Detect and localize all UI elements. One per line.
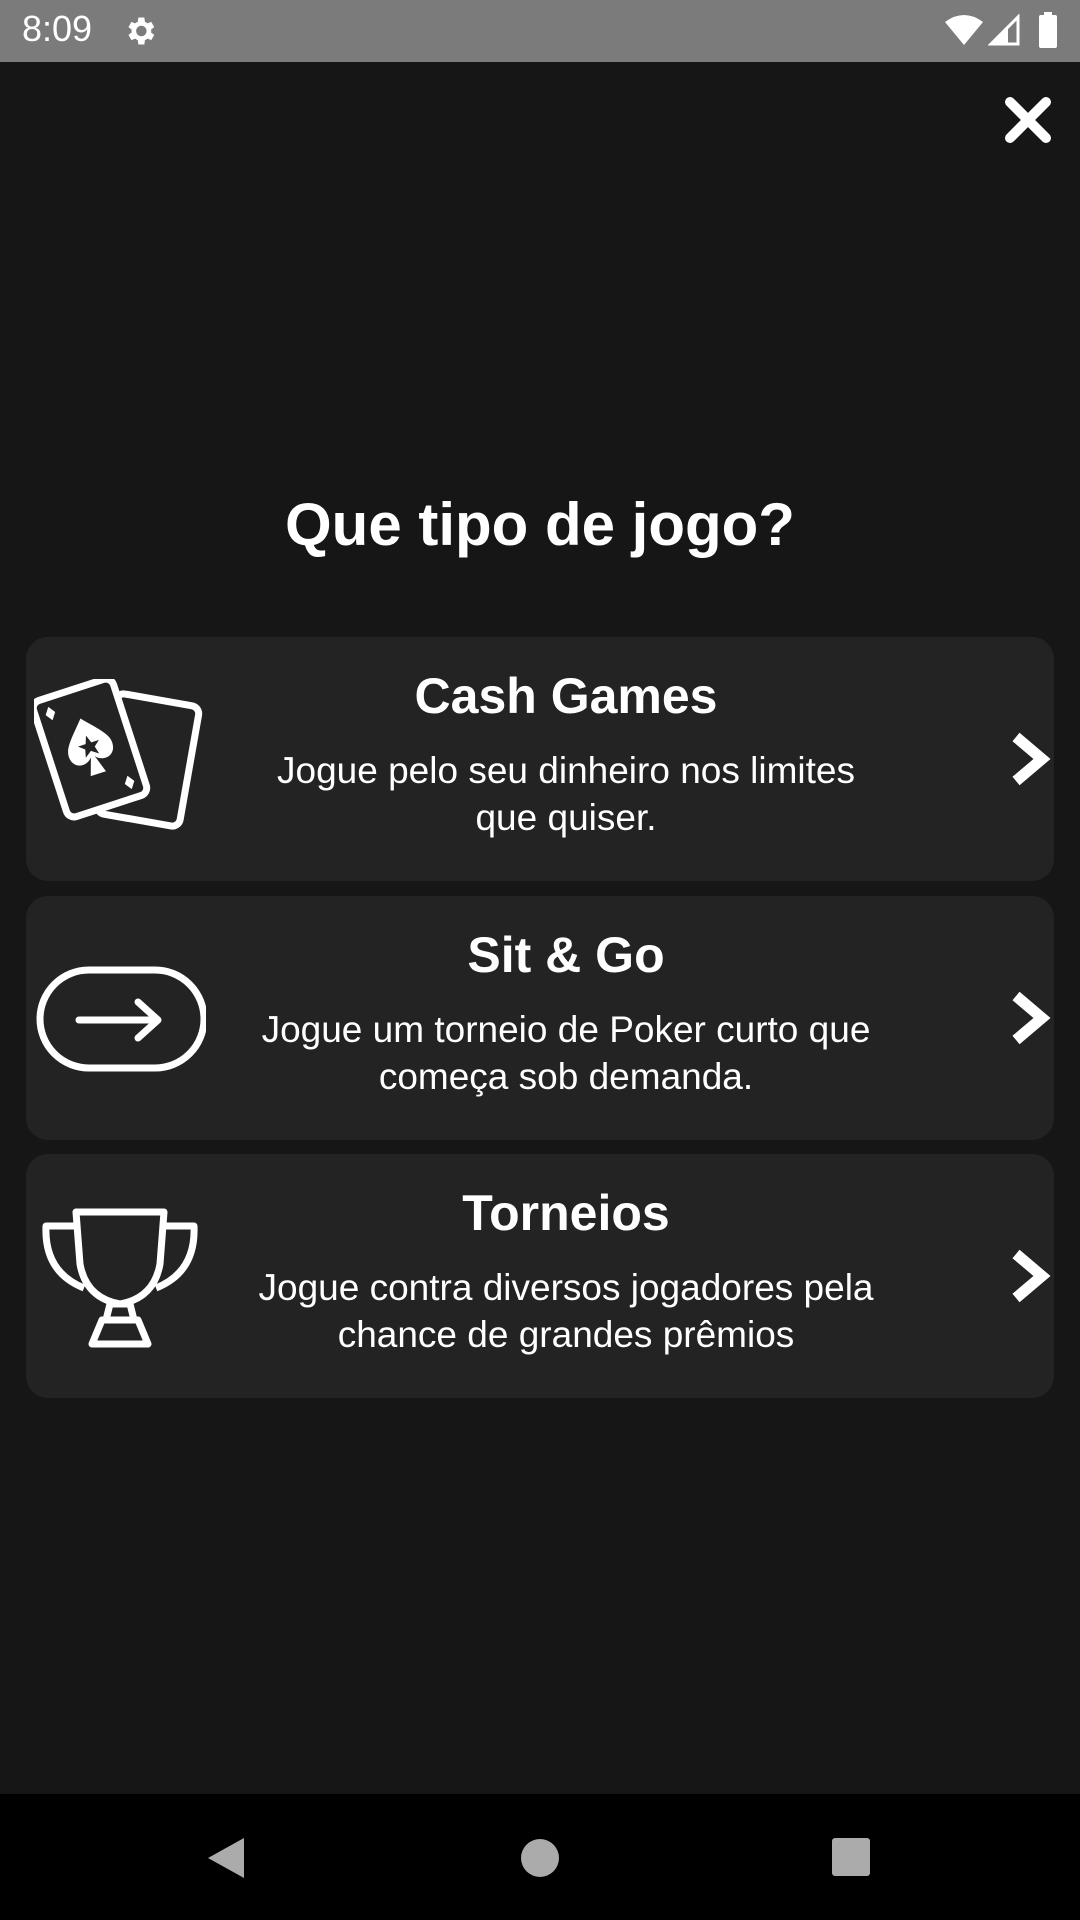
tournaments-title: Torneios bbox=[462, 1185, 670, 1241]
page-title: Que tipo de jogo? bbox=[285, 491, 795, 558]
status-bar: 8:09 bbox=[0, 0, 1080, 62]
home-icon[interactable] bbox=[518, 1836, 562, 1880]
system-nav-bar bbox=[0, 1794, 1080, 1920]
tournaments-description-line2: chance de grandes prêmios bbox=[337, 1314, 795, 1355]
tournaments-description-line1: Jogue contra diversos jogadores pela bbox=[258, 1267, 874, 1308]
chevron-right-icon bbox=[1012, 1249, 1051, 1303]
cash-games-title: Cash Games bbox=[414, 668, 718, 724]
sit-and-go-title: Sit & Go bbox=[467, 927, 665, 983]
chevron-right-icon bbox=[1012, 991, 1051, 1045]
playing-cards-icon bbox=[34, 679, 203, 830]
recents-icon[interactable] bbox=[830, 1836, 872, 1878]
tournaments-option[interactable]: Torneios Jogue contra diversos jogadores… bbox=[26, 1154, 1054, 1398]
gear-icon bbox=[128, 17, 155, 45]
chevron-right-icon bbox=[1012, 732, 1051, 786]
back-icon[interactable] bbox=[204, 1834, 248, 1882]
game-type-screen: 8:09 Que tipo de jogo? Cash Games Jogue … bbox=[0, 0, 1080, 1920]
cash-games-option[interactable]: Cash Games Jogue pelo seu dinheiro nos l… bbox=[26, 637, 1054, 881]
sit-and-go-description-line1: Jogue um torneio de Poker curto que bbox=[261, 1009, 871, 1050]
arrow-right-pill-icon bbox=[36, 966, 206, 1072]
sit-and-go-description-line2: começa sob demanda. bbox=[378, 1056, 754, 1097]
sit-and-go-option[interactable]: Sit & Go Jogue um torneio de Poker curto… bbox=[26, 896, 1054, 1140]
signal-icon bbox=[988, 14, 1020, 46]
status-time: 8:09 bbox=[22, 8, 93, 49]
battery-icon bbox=[1039, 12, 1057, 48]
close-icon[interactable] bbox=[1002, 94, 1054, 146]
trophy-icon bbox=[42, 1208, 198, 1348]
wifi-icon bbox=[945, 15, 983, 45]
cash-games-description-line2: que quiser. bbox=[475, 797, 657, 838]
cash-games-description-line1: Jogue pelo seu dinheiro nos limites bbox=[277, 750, 855, 791]
